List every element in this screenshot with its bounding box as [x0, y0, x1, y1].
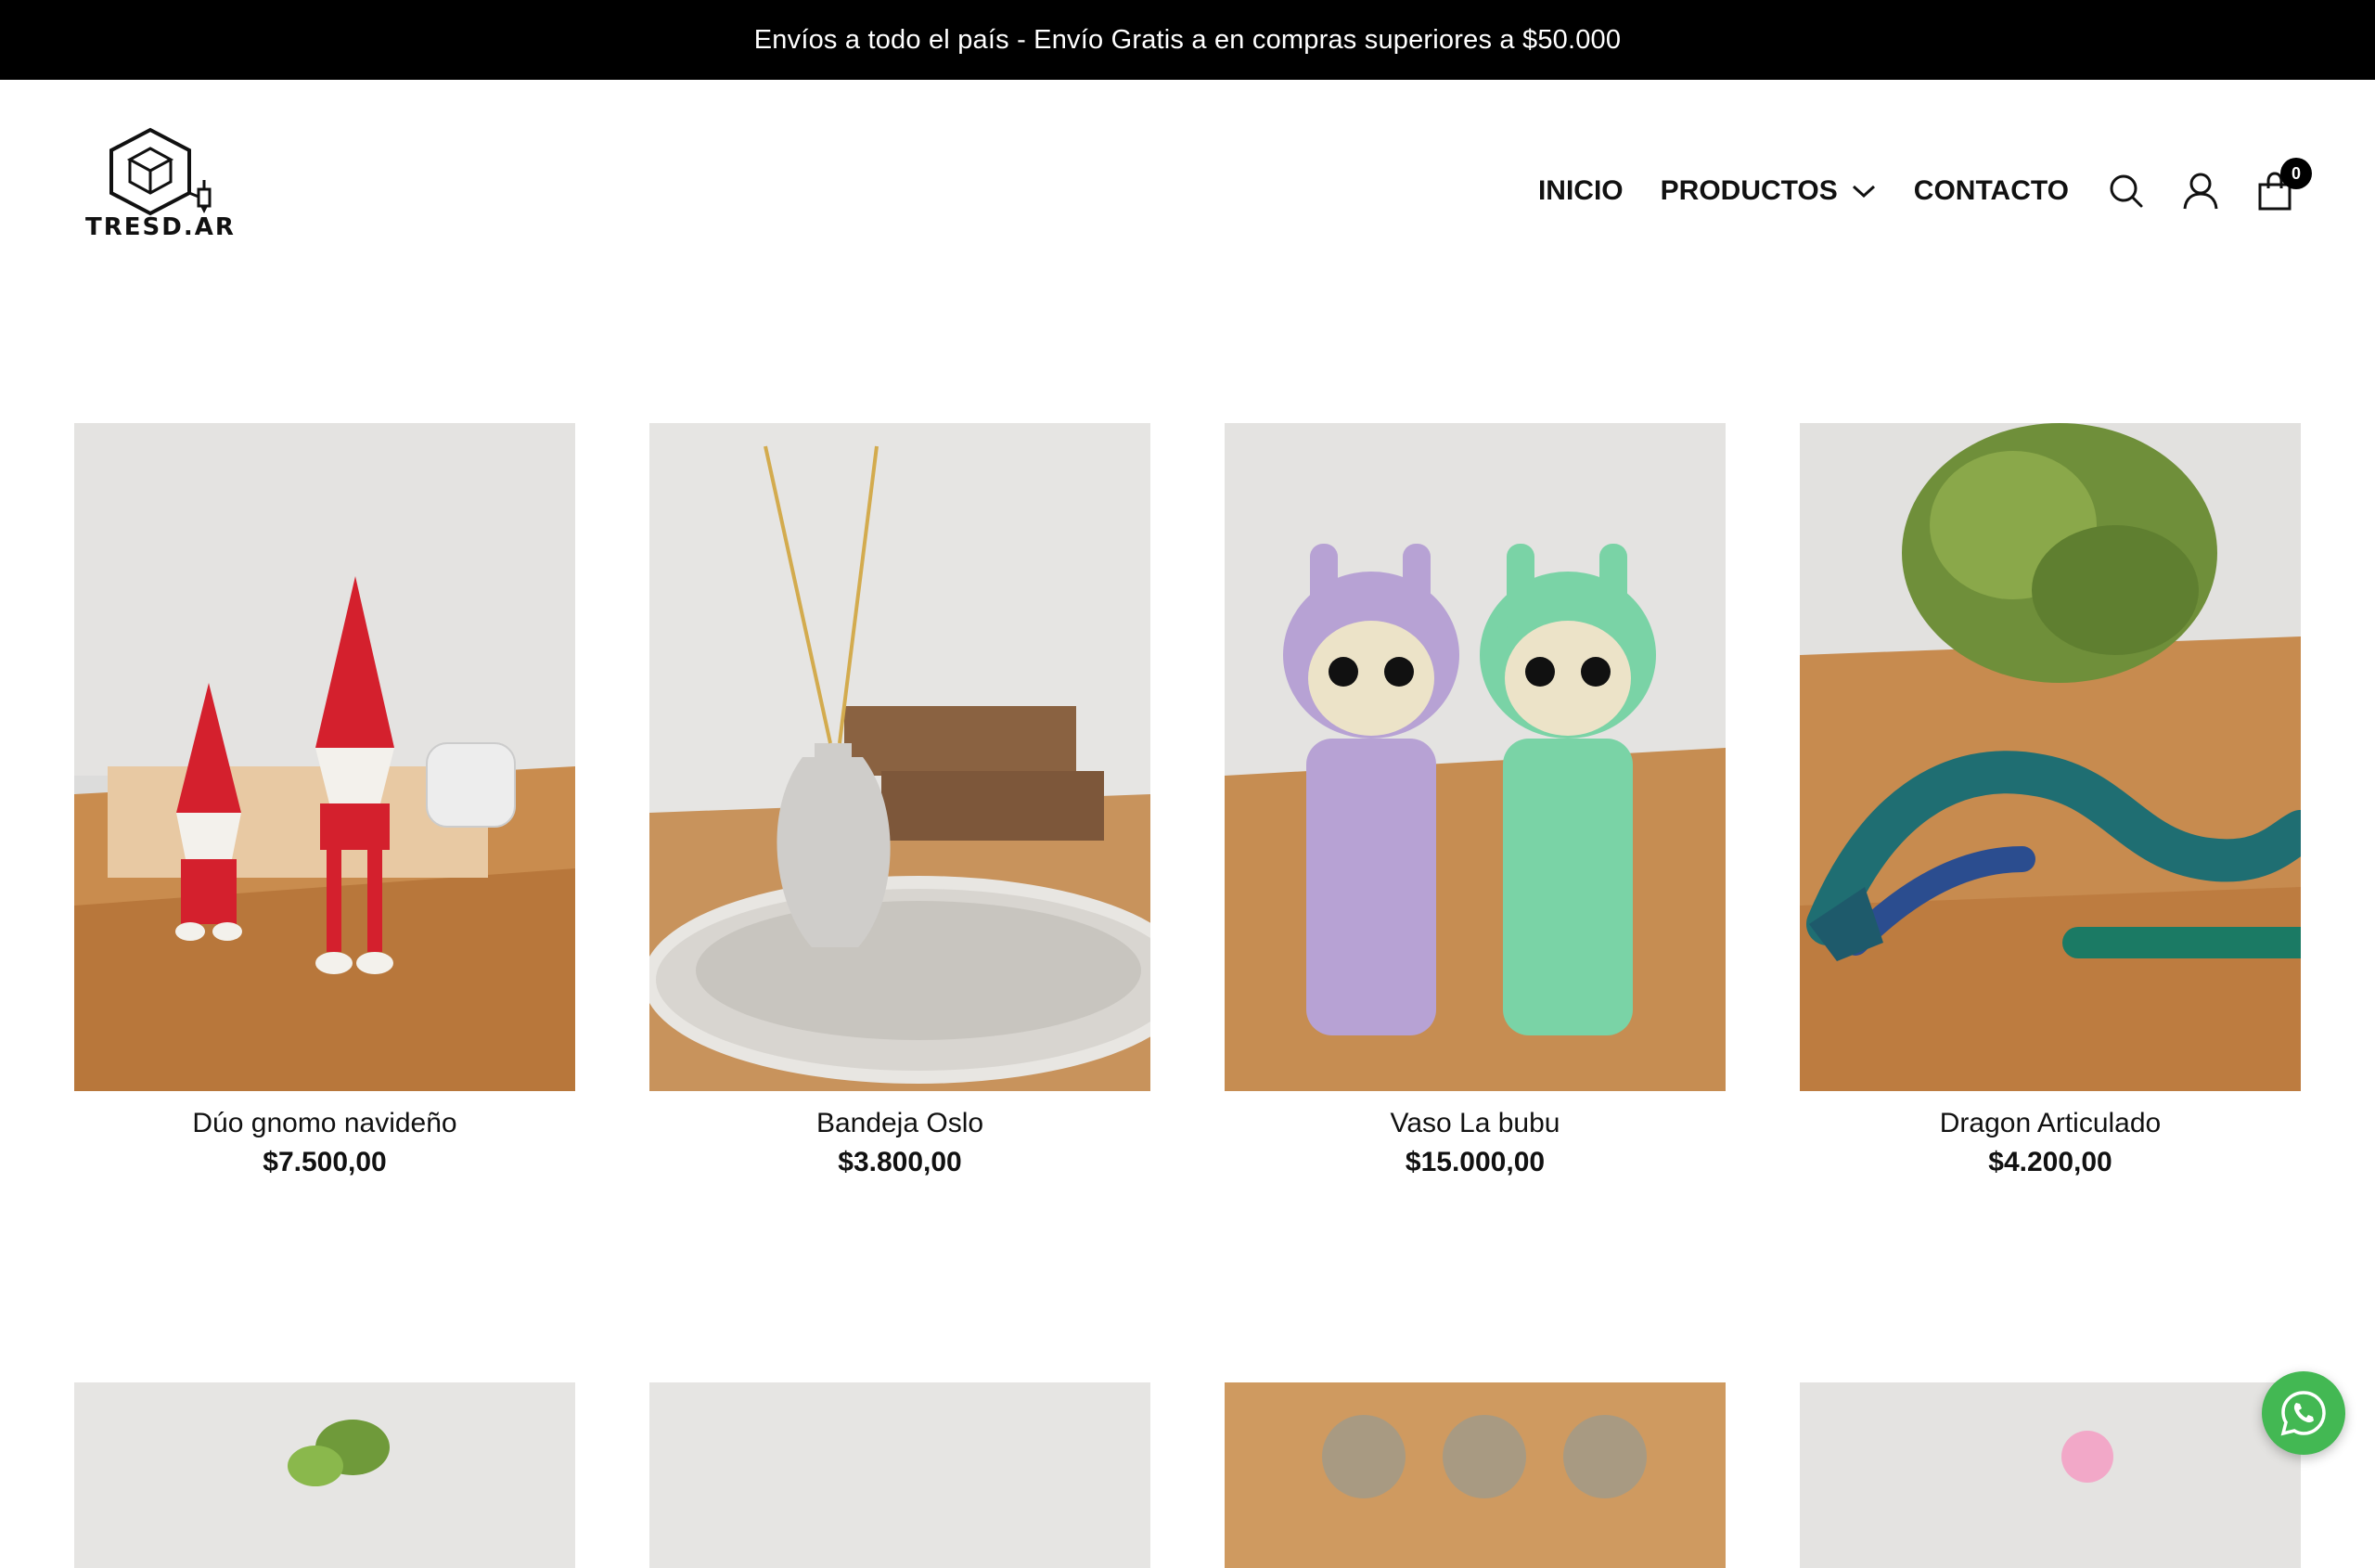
product-name[interactable]: Dúo gnomo navideño [74, 1108, 575, 1139]
product-image[interactable] [649, 1382, 1150, 1568]
search-icon [2110, 174, 2143, 208]
nav-contacto-label: CONTACTO [1913, 175, 2069, 206]
product-name[interactable]: Bandeja Oslo [649, 1108, 1150, 1139]
chevron-down-icon [1852, 185, 1875, 199]
product-name[interactable]: Vaso La bubu [1225, 1108, 1726, 1139]
product-name[interactable]: Dragon Articulado [1800, 1108, 2301, 1139]
search-button[interactable] [2106, 171, 2147, 212]
product-image[interactable] [1225, 423, 1726, 1091]
announcement-bar: Envíos a todo el país - Envío Gratis a e… [0, 0, 2375, 80]
product-card[interactable] [1225, 1382, 1726, 1568]
cube-logo-icon [109, 127, 212, 216]
product-image[interactable] [1800, 1382, 2301, 1568]
account-button[interactable] [2180, 171, 2221, 212]
product-image[interactable] [649, 423, 1150, 1091]
product-price: $15.000,00 [1405, 1147, 1546, 1177]
cart-button[interactable]: 0 [2254, 158, 2312, 212]
product-price: $4.200,00 [1988, 1147, 2112, 1177]
whatsapp-button[interactable] [2262, 1371, 2345, 1455]
product-image[interactable] [74, 1382, 575, 1568]
user-icon [2183, 173, 2218, 210]
logo-text: TRESD.AR [85, 213, 236, 241]
nav-inicio[interactable]: INICIO [1538, 175, 1624, 207]
header-icons: 0 [2106, 158, 2312, 212]
logo[interactable]: TRESD.AR [82, 121, 236, 251]
nav-inicio-label: INICIO [1537, 175, 1624, 206]
product-card[interactable]: Dragon Articulado $4.200,00 [1800, 423, 2301, 1178]
nav-productos[interactable]: PRODUCTOS [1661, 175, 1877, 207]
product-card[interactable]: Dúo gnomo navideño $7.500,00 [74, 423, 575, 1178]
product-card[interactable] [74, 1382, 575, 1568]
nav-productos-label: PRODUCTOS [1660, 175, 1838, 206]
product-image[interactable] [74, 423, 575, 1091]
site-header: TRESD.AR INICIO PRODUCTOS CONTACTO 0 [0, 80, 2375, 293]
announcement-text: Envíos a todo el país - Envío Gratis a e… [753, 24, 1622, 55]
product-card[interactable] [1800, 1382, 2301, 1568]
product-image[interactable] [1800, 423, 2301, 1091]
product-price: $3.800,00 [838, 1147, 962, 1177]
nav-contacto[interactable]: CONTACTO [1914, 175, 2069, 207]
product-card[interactable]: Bandeja Oslo $3.800,00 [649, 423, 1150, 1178]
whatsapp-icon [2280, 1391, 2326, 1436]
product-price: $7.500,00 [263, 1147, 387, 1177]
product-card[interactable]: Vaso La bubu $15.000,00 [1225, 423, 1726, 1178]
product-image[interactable] [1225, 1382, 1726, 1568]
cart-count-badge: 0 [2280, 158, 2312, 189]
product-card[interactable] [649, 1382, 1150, 1568]
main-nav: INICIO PRODUCTOS CONTACTO 0 [1538, 158, 2312, 219]
